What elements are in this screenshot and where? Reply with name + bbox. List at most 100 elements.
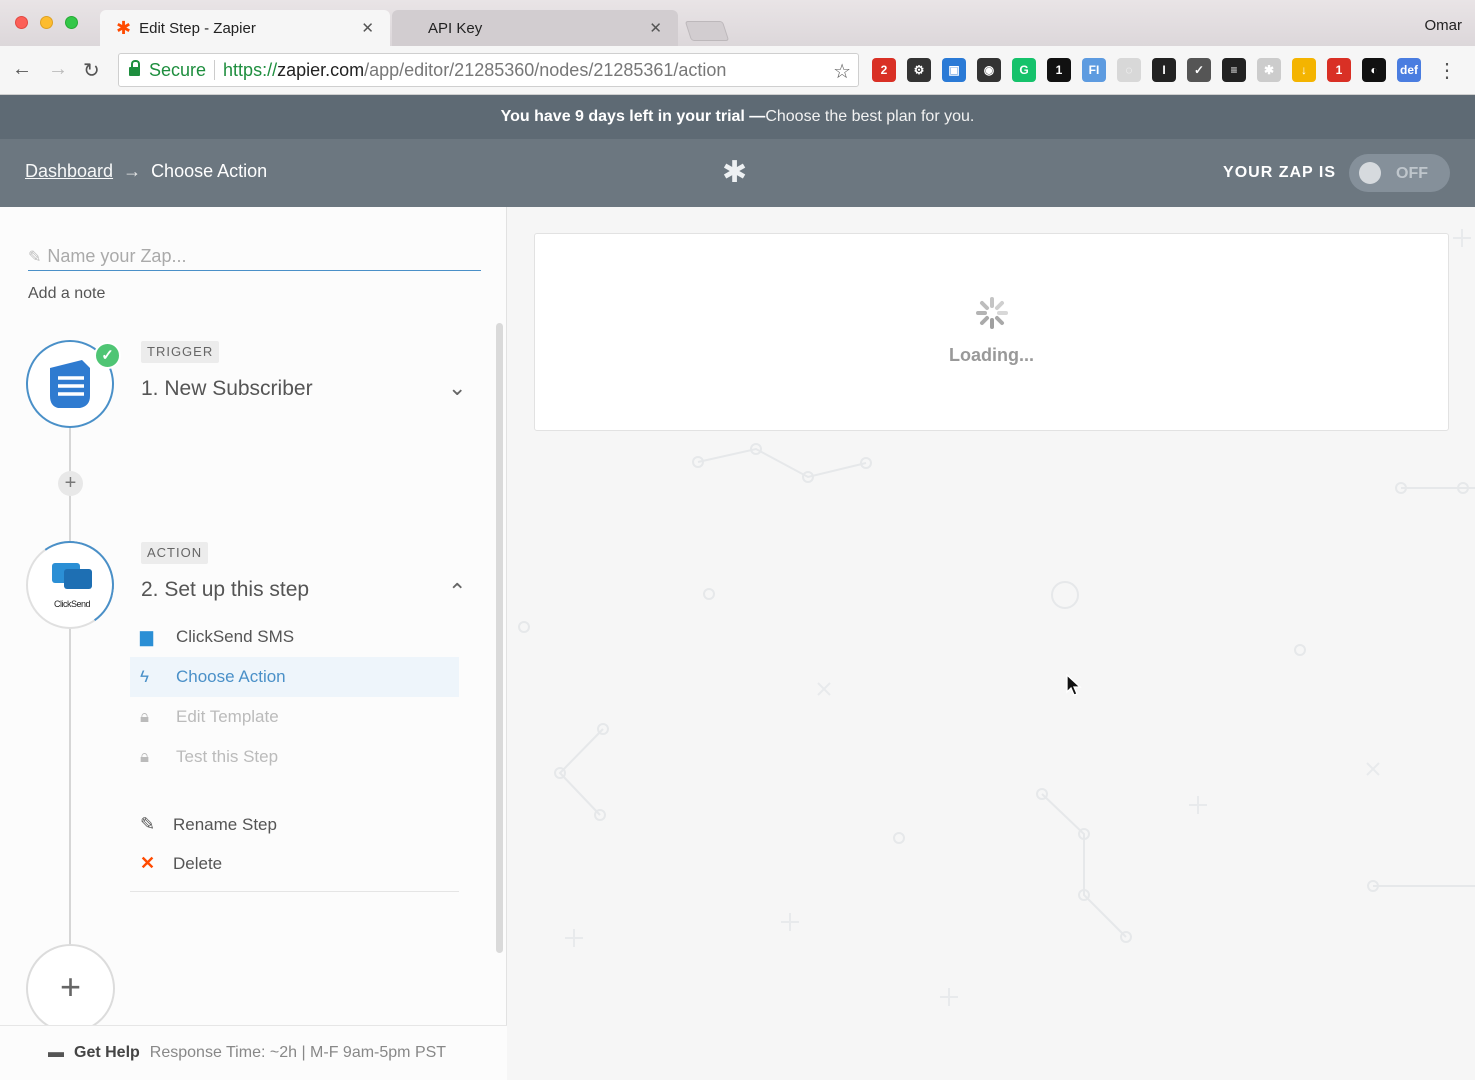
chat-bubble-icon: ▬ [48, 1044, 64, 1061]
tab-edit-step[interactable]: ✱ Edit Step - Zapier ✕ [100, 10, 390, 46]
substep-label: Choose Action [176, 667, 286, 686]
instapaper-ext-icon[interactable]: I [1152, 58, 1176, 82]
fi-ext-icon[interactable]: FI [1082, 58, 1106, 82]
zap-on-off-toggle[interactable]: OFF [1349, 154, 1450, 192]
substep-test-step: 🔒︎ Test this Step [130, 737, 459, 777]
address-bar[interactable]: Secure https:// zapier.com /app/editor/2… [118, 53, 859, 87]
delete-step-button[interactable]: ✕ Delete [130, 844, 459, 883]
close-tab-icon[interactable]: ✕ [649, 19, 662, 37]
camera-ext-icon[interactable]: ◉ [977, 58, 1001, 82]
timeline-line [69, 427, 71, 947]
url-divider [214, 60, 216, 80]
action-badge: ACTION [141, 542, 209, 564]
action-substeps: ▆ ClickSend SMS ϟ Choose Action 🔒︎ Edit … [130, 617, 459, 777]
insert-step-plus-button[interactable]: + [58, 471, 83, 496]
profile-name[interactable]: Omar [1425, 17, 1463, 34]
rename-step-button[interactable]: ✎ Rename Step [130, 805, 459, 844]
action-app-node[interactable]: ClickSend [19, 534, 121, 636]
zap-name-placeholder: Name your Zap... [47, 246, 187, 266]
substep-label: Edit Template [176, 707, 279, 726]
maximize-window-button[interactable] [65, 16, 78, 29]
toggle-label: OFF [1396, 165, 1428, 182]
ninja-ext-icon[interactable]: ◐ [1362, 58, 1386, 82]
extension-icons: 2 ⚙ ▣ ◉ G 1 FI ◌ I ✓ ≡ ✱ ↓ 1 ◐ def [872, 58, 1421, 82]
delete-label: Delete [173, 853, 223, 873]
onepassword-ext-icon[interactable]: 1 [1047, 58, 1071, 82]
substep-label: Test this Step [176, 747, 279, 766]
breadcrumb-current: Choose Action [151, 161, 268, 181]
lock-icon [129, 59, 140, 77]
window-ext-icon[interactable]: ▣ [942, 58, 966, 82]
clicksend-logo-icon: ClickSend [50, 559, 94, 609]
loading-spinner-icon [976, 297, 1008, 329]
pocket-ext-icon[interactable]: ✓ [1187, 58, 1211, 82]
gear-ext-icon[interactable]: ✱ [1257, 58, 1281, 82]
chevron-up-icon[interactable]: ⌃ [448, 579, 466, 605]
zap-status-label: YOUR ZAP IS [1223, 164, 1336, 181]
lock-icon: 🔒︎ [140, 707, 150, 726]
close-tab-icon[interactable]: ✕ [361, 19, 374, 37]
step-complete-check-icon: ✓ [94, 342, 121, 369]
lock-icon: 🔒︎ [140, 747, 150, 766]
zap-name-field[interactable]: ✎ Name your Zap... [28, 243, 481, 271]
grammarly-ext-icon[interactable]: G [1012, 58, 1036, 82]
lastpass-ext-icon[interactable]: 1 [1327, 58, 1351, 82]
step-actions: ✎ Rename Step ✕ Delete [130, 805, 459, 892]
add-note-link[interactable]: Add a note [28, 285, 105, 303]
delete-x-icon: ✕ [140, 853, 156, 873]
response-time-text: Response Time: ~2h | M-F 9am-5pm PST [149, 1044, 447, 1061]
rename-step-label: Rename Step [173, 814, 277, 834]
mouse-cursor-icon [1066, 674, 1082, 696]
breadcrumb: Dashboard → Choose Action [25, 161, 267, 182]
minimize-window-button[interactable] [40, 16, 53, 29]
breadcrumb-arrow-icon: → [123, 161, 142, 181]
calendar-ext-icon[interactable]: 2 [872, 58, 896, 82]
zapier-logo-icon[interactable]: ✱ [722, 158, 747, 188]
url-path: /app/editor/21285360/nodes/21285361/acti… [364, 59, 727, 80]
buffer-ext-icon[interactable]: ≡ [1222, 58, 1246, 82]
chevron-down-icon[interactable]: ⌄ [448, 375, 466, 401]
pencil-icon: ✎ [28, 248, 42, 266]
breadcrumb-dashboard-link[interactable]: Dashboard [25, 161, 113, 182]
tab-api-key[interactable]: API Key ✕ [392, 10, 678, 46]
loading-text: Loading... [949, 345, 1034, 365]
bookmark-star-icon[interactable]: ☆ [833, 59, 851, 84]
editor-sidebar: ✎ Name your Zap... Add a note ✓ TRIGGER … [0, 207, 507, 1080]
settings-ext-icon[interactable]: ⚙ [907, 58, 931, 82]
substep-label: ClickSend SMS [176, 627, 295, 646]
app-header: Dashboard → Choose Action ✱ YOUR ZAP IS … [0, 139, 1475, 207]
swirl-ext-icon[interactable]: ◌ [1117, 58, 1141, 82]
help-bar: ▬ Get Help Response Time: ~2h | M-F 9am-… [0, 1025, 507, 1080]
tab-title: API Key [428, 19, 483, 37]
drive-ext-icon[interactable]: ↓ [1292, 58, 1316, 82]
get-help-link[interactable]: Get Help [74, 1044, 140, 1062]
trial-banner: You have 9 days left in your trial —Choo… [0, 95, 1475, 139]
lightning-icon: ϟ [140, 667, 149, 686]
toggle-knob [1359, 162, 1381, 184]
sidebar-scrollbar[interactable] [496, 323, 503, 953]
browser-titlebar: ✱ Edit Step - Zapier ✕ API Key ✕ Omar [0, 0, 1475, 46]
browser-menu-icon[interactable]: ⋮ [1437, 58, 1457, 83]
pencil-icon: ✎ [140, 814, 156, 834]
substep-edit-template: 🔒︎ Edit Template [130, 697, 459, 737]
back-arrow-icon[interactable]: ← [12, 58, 32, 81]
url-protocol: https:// [223, 59, 278, 80]
action-step-title[interactable]: 2. Set up this step [141, 578, 309, 602]
substep-clicksend-sms[interactable]: ▆ ClickSend SMS [130, 617, 459, 657]
substep-choose-action[interactable]: ϟ Choose Action [130, 657, 459, 697]
editor-main: Loading... [508, 207, 1475, 1080]
clicksend-mini-icon: ▆ [140, 627, 154, 646]
close-window-button[interactable] [15, 16, 28, 29]
forward-arrow-icon[interactable]: → [48, 58, 68, 81]
trigger-step-title[interactable]: 1. New Subscriber [141, 377, 313, 401]
reload-icon[interactable]: ↻ [83, 58, 100, 83]
tab-title: Edit Step - Zapier [139, 19, 256, 37]
browser-toolbar: ← → ↻ Secure https:// zapier.com /app/ed… [0, 46, 1475, 95]
choose-plan-link[interactable]: Choose the best plan for you. [765, 108, 974, 125]
new-tab-button[interactable] [684, 21, 730, 41]
def-ext-icon[interactable]: def [1397, 58, 1421, 82]
trial-message: You have 9 days left in your trial — [500, 108, 766, 125]
url-host: zapier.com [277, 59, 365, 80]
add-step-button[interactable]: + [26, 944, 115, 1033]
loading-card: Loading... [534, 233, 1449, 431]
